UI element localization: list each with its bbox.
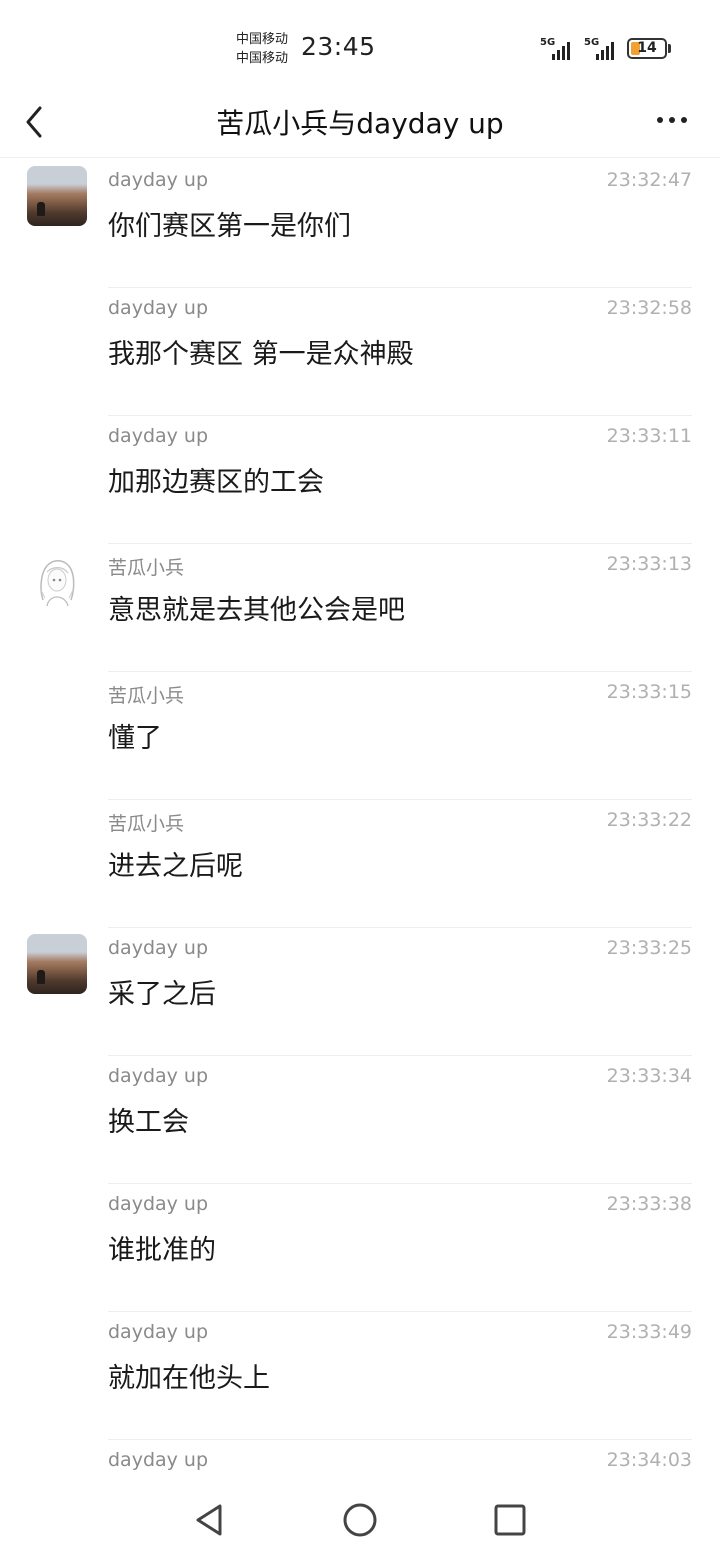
message-sender: dayday up (108, 1449, 209, 1471)
avatar-dayday-up[interactable] (27, 166, 87, 226)
signal-2-icon: 5G (584, 38, 620, 62)
circle-home-icon (343, 1503, 377, 1537)
message-text: 就加在他头上 (108, 1363, 270, 1394)
message-item[interactable]: dayday up 23:34:03 (0, 1440, 720, 1476)
status-bar: 中国移动 中国移动 23:45 5G 5G 14 (0, 0, 720, 90)
message-item[interactable]: dayday up 23:33:38 谁批准的 (0, 1184, 720, 1312)
message-item[interactable]: 苦瓜小兵 23:33:13 意思就是去其他公会是吧 (0, 544, 720, 672)
carrier-1: 中国移动 (236, 32, 289, 47)
message-text: 加那边赛区的工会 (108, 467, 324, 498)
message-text: 采了之后 (108, 979, 216, 1010)
message-time: 23:33:15 (606, 681, 692, 703)
message-text: 意思就是去其他公会是吧 (108, 595, 405, 626)
message-time: 23:33:13 (606, 553, 692, 575)
message-item[interactable]: dayday up 23:33:25 采了之后 (0, 928, 720, 1056)
signal-indicators: 5G 5G (540, 38, 620, 62)
signal-1-icon: 5G (540, 38, 576, 62)
message-item[interactable]: dayday up 23:33:11 加那边赛区的工会 (0, 416, 720, 544)
message-sender: dayday up (108, 1321, 209, 1343)
message-time: 23:33:25 (606, 937, 692, 959)
message-sender: 苦瓜小兵 (108, 557, 185, 579)
carrier-names: 中国移动 中国移动 (236, 30, 288, 68)
system-navigation-bar (0, 1476, 720, 1564)
message-text: 换工会 (108, 1107, 189, 1138)
message-time: 23:33:38 (606, 1193, 692, 1215)
message-sender: dayday up (108, 1065, 209, 1087)
battery-level: 14 (637, 40, 657, 56)
message-item[interactable]: 苦瓜小兵 23:33:15 懂了 (0, 672, 720, 800)
message-text: 谁批准的 (108, 1235, 216, 1266)
nav-recents-button[interactable] (484, 1494, 536, 1546)
message-time: 23:33:11 (606, 425, 692, 447)
message-item[interactable]: dayday up 23:33:49 就加在他头上 (0, 1312, 720, 1440)
anime-girl-avatar-icon (40, 560, 75, 607)
message-text: 进去之后呢 (108, 851, 243, 882)
message-text: 懂了 (108, 723, 162, 754)
message-sender: dayday up (108, 937, 209, 959)
battery-icon: 14 (627, 38, 667, 59)
message-sender: 苦瓜小兵 (108, 685, 185, 707)
message-item[interactable]: dayday up 23:32:47 你们赛区第一是你们 (0, 160, 720, 288)
battery-tip (668, 44, 671, 53)
message-sender: dayday up (108, 1193, 209, 1215)
square-recents-icon (494, 1504, 526, 1536)
chevron-left-icon (26, 106, 42, 138)
message-list[interactable]: dayday up 23:32:47 你们赛区第一是你们 dayday up 2… (0, 160, 720, 1476)
more-options-button[interactable] (650, 108, 698, 132)
nav-back-button[interactable] (184, 1494, 236, 1546)
page-title: 苦瓜小兵与dayday up (216, 107, 504, 140)
back-button[interactable] (16, 100, 56, 144)
message-text: 我那个赛区 第一是众神殿 (108, 339, 414, 370)
triangle-back-icon (196, 1504, 222, 1536)
message-time: 23:32:47 (606, 169, 692, 191)
message-text: 你们赛区第一是你们 (108, 211, 351, 242)
message-sender: dayday up (108, 297, 209, 319)
message-sender: 苦瓜小兵 (108, 813, 185, 835)
avatar-kugua-xiaobing[interactable] (27, 550, 87, 610)
message-sender: dayday up (108, 169, 209, 191)
avatar-dayday-up[interactable] (27, 934, 87, 994)
message-item[interactable]: 苦瓜小兵 23:33:22 进去之后呢 (0, 800, 720, 928)
more-horizontal-icon (657, 117, 687, 123)
status-clock: 23:45 (301, 32, 376, 61)
message-time: 23:34:03 (606, 1449, 692, 1471)
message-time: 23:32:58 (606, 297, 692, 319)
message-time: 23:33:49 (606, 1321, 692, 1343)
message-sender: dayday up (108, 425, 209, 447)
nav-home-button[interactable] (334, 1494, 386, 1546)
chat-header: 苦瓜小兵与dayday up (0, 90, 720, 158)
carrier-2: 中国移动 (236, 51, 289, 66)
message-item[interactable]: dayday up 23:33:34 换工会 (0, 1056, 720, 1184)
message-time: 23:33:34 (606, 1065, 692, 1087)
message-time: 23:33:22 (606, 809, 692, 831)
message-item[interactable]: dayday up 23:32:58 我那个赛区 第一是众神殿 (0, 288, 720, 416)
